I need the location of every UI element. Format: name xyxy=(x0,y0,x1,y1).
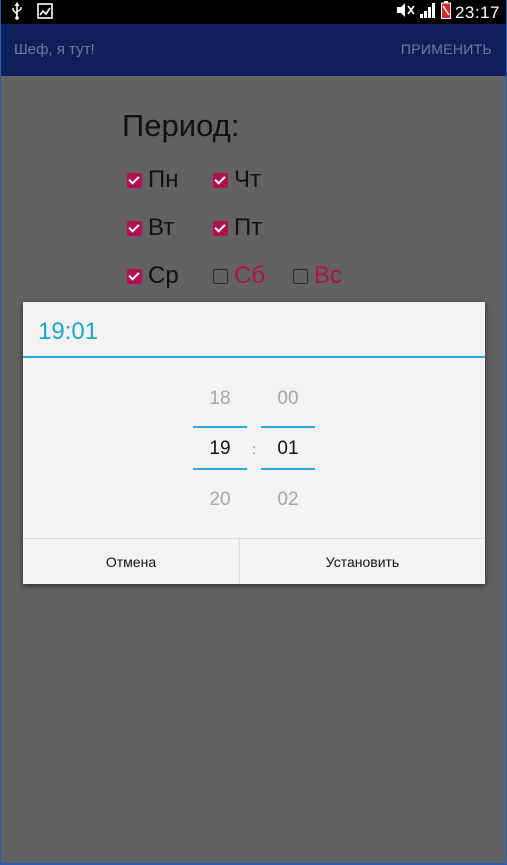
action-bar: Шеф, я тут! ПРИМЕНИТЬ xyxy=(1,24,506,76)
period-title: Период: xyxy=(122,108,240,143)
mute-icon xyxy=(395,2,415,23)
day-checkbox-sat[interactable]: Сб xyxy=(213,262,265,290)
time-picker-dialog: 19:01 18 19 20 : 00 01 02 Отмена Установ… xyxy=(23,302,485,584)
checkbox-checked-icon xyxy=(127,172,142,188)
minute-next[interactable]: 02 xyxy=(261,489,315,511)
usb-icon xyxy=(11,2,23,25)
battery-icon xyxy=(440,1,451,24)
day-checkbox-mon[interactable]: Пн xyxy=(127,166,179,194)
day-checkbox-thu[interactable]: Чт xyxy=(213,166,261,194)
checkbox-checked-icon xyxy=(127,220,142,236)
signal-icon xyxy=(419,1,437,24)
minute-selection-line-bottom xyxy=(261,468,315,470)
day-checkbox-fri[interactable]: Пт xyxy=(213,214,262,242)
checkbox-checked-icon xyxy=(127,268,142,284)
day-label: Пт xyxy=(234,214,263,241)
status-time: 23:17 xyxy=(454,2,500,22)
day-checkbox-sun[interactable]: Вс xyxy=(293,262,342,290)
time-separator: : xyxy=(252,441,256,457)
screen: 23:17 Шеф, я тут! ПРИМЕНИТЬ Период: Пн Ч… xyxy=(1,0,506,863)
set-button[interactable]: Установить xyxy=(240,539,485,584)
status-bar: 23:17 xyxy=(1,0,506,24)
app-title: Шеф, я тут! xyxy=(14,41,95,58)
hour-prev[interactable]: 18 xyxy=(193,388,247,410)
dialog-title: 19:01 xyxy=(38,318,99,345)
day-label: Сб xyxy=(234,262,266,289)
day-label: Чт xyxy=(234,166,261,193)
hour-next[interactable]: 20 xyxy=(193,489,247,511)
minute-current[interactable]: 01 xyxy=(261,438,315,460)
minute-selection-line-top xyxy=(261,426,315,428)
checkbox-checked-icon xyxy=(213,220,228,236)
day-checkbox-tue[interactable]: Вт xyxy=(127,214,174,242)
minute-prev[interactable]: 00 xyxy=(261,388,315,410)
gallery-icon xyxy=(37,3,53,24)
hour-selection-line-bottom xyxy=(193,468,247,470)
hour-current[interactable]: 19 xyxy=(193,438,247,460)
day-label: Вс xyxy=(314,262,343,289)
day-label: Пн xyxy=(148,166,179,193)
day-label: Ср xyxy=(148,262,179,289)
apply-button[interactable]: ПРИМЕНИТЬ xyxy=(401,41,492,57)
day-label: Вт xyxy=(148,214,175,241)
checkbox-checked-icon xyxy=(213,172,228,188)
day-checkbox-wed[interactable]: Ср xyxy=(127,262,179,290)
hour-selection-line-top xyxy=(193,426,247,428)
checkbox-unchecked-icon xyxy=(293,268,308,284)
cancel-button[interactable]: Отмена xyxy=(23,539,239,584)
title-divider xyxy=(23,356,485,358)
checkbox-unchecked-icon xyxy=(213,268,228,284)
